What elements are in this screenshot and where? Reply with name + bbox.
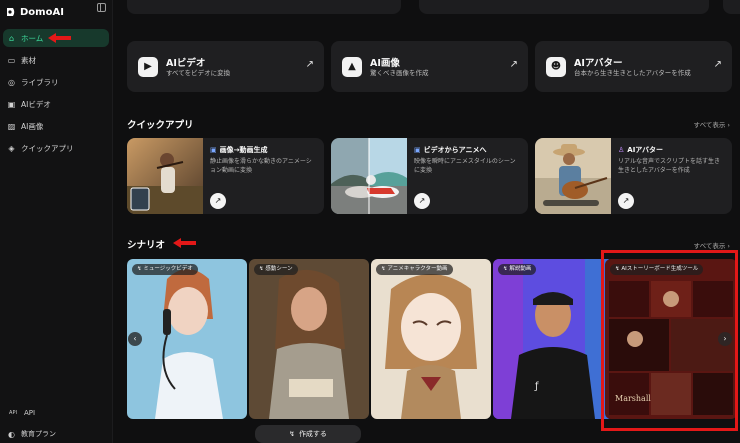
- sidebar-nav: ⌂ ホーム ▭ 素材 ◎ ライブラリ ▣ AIビデオ ▨ AI画像 ◈ クイック…: [3, 29, 109, 161]
- avatar-icon: ☻: [546, 57, 566, 77]
- quick-app-desc: 映像を瞬時にアニメスタイルのシーンに変換: [414, 158, 516, 174]
- sidebar-item-ai-image[interactable]: ▨ AI画像: [3, 117, 109, 135]
- quick-app-card-image-to-video[interactable]: ▣ 画像→動画生成 静止画像を滑らかな動きのアニメーション動画に変換 ↗: [127, 138, 324, 214]
- violinist-thumbnail: [127, 138, 203, 214]
- feature-title: AIビデオ: [166, 58, 206, 69]
- home-icon: ⌂: [8, 33, 15, 43]
- motorcycle-thumbnail: [331, 138, 407, 214]
- sidebar-item-library[interactable]: ◎ ライブラリ: [3, 73, 109, 91]
- guitarist-thumbnail: [535, 138, 611, 214]
- scenario-tag: ↯ 感動シーン: [254, 264, 298, 275]
- scenario-card-explainer[interactable]: ƒ ↯ 解説動画: [493, 259, 613, 419]
- sidebar-item-label: 教育プラン: [21, 430, 56, 438]
- explainer-thumbnail: ƒ: [493, 259, 613, 419]
- domoai-logo-icon: [6, 7, 16, 17]
- video-icon: ▣: [7, 99, 16, 109]
- quick-apps-heading: クイックアプリ: [127, 120, 194, 131]
- feature-desc: 台本から生き生きとしたアバターを作成: [574, 69, 691, 77]
- quick-app-title: ▣ 画像→動画生成: [210, 146, 268, 154]
- brand[interactable]: DomoAI: [6, 4, 106, 20]
- sparkle-icon: ↯: [289, 430, 295, 438]
- open-arrow-button[interactable]: ↗: [414, 193, 430, 209]
- sidebar-collapse-icon[interactable]: [97, 3, 106, 12]
- feature-title: AIアバター: [574, 58, 623, 69]
- anime-character-thumbnail: [371, 259, 491, 419]
- image-icon: ▨: [7, 121, 16, 131]
- feature-desc: 驚くべき画像を作成: [370, 69, 429, 77]
- sidebar-bottom: API API ◐ 教育プラン: [3, 405, 109, 443]
- quick-app-desc: リアルな音声でスクリプトを話す生き生きとしたアバターを作成: [618, 158, 720, 174]
- sidebar-item-label: ライブラリ: [21, 77, 59, 87]
- feature-card-ai-image[interactable]: ▲ AI画像 驚くべき画像を作成 ↗: [331, 41, 528, 92]
- sidebar-item-materials[interactable]: ▭ 素材: [3, 51, 109, 69]
- top-card[interactable]: [723, 0, 740, 14]
- quick-app-card-video-to-anime[interactable]: ▣ ビデオからアニメへ 映像を瞬時にアニメスタイルのシーンに変換 ↗: [331, 138, 528, 214]
- red-arrow-annotation: [48, 33, 71, 43]
- sidebar-item-education[interactable]: ◐ 教育プラン: [3, 426, 109, 442]
- top-card[interactable]: [419, 0, 709, 14]
- scenario-tag: ↯ アニメキャラクター動画: [376, 264, 453, 275]
- feature-card-ai-avatar[interactable]: ☻ AIアバター 台本から生き生きとしたアバターを作成 ↗: [535, 41, 732, 92]
- scenarios-see-all-link[interactable]: すべて表示 ›: [694, 240, 730, 250]
- feature-title: AI画像: [370, 58, 400, 69]
- sidebar-item-label: AI画像: [21, 121, 44, 131]
- scenario-tag: ↯ 解説動画: [498, 264, 537, 275]
- quick-app-title: ▣ ビデオからアニメへ: [414, 146, 487, 154]
- emotional-scene-thumbnail: [249, 259, 369, 419]
- avatar-icon: ♙: [618, 146, 625, 154]
- scenario-card-music-video[interactable]: ↯ ミュージックビデオ: [127, 259, 247, 419]
- sidebar-item-label: AIビデオ: [21, 99, 51, 109]
- app-icon: ▣: [414, 146, 421, 154]
- education-icon: ◐: [8, 429, 15, 439]
- sidebar-item-api[interactable]: API API: [3, 405, 109, 421]
- folder-icon: ▭: [7, 55, 16, 65]
- sidebar-item-label: クイックアプリ: [21, 143, 74, 153]
- arrow-up-right-icon: ↗: [305, 59, 314, 70]
- sidebar-item-ai-video[interactable]: ▣ AIビデオ: [3, 95, 109, 113]
- sidebar: DomoAI ⌂ ホーム ▭ 素材 ◎ ライブラリ ▣ AIビデオ ▨ AI画像…: [0, 0, 113, 443]
- quick-app-card-ai-avatar[interactable]: ♙ AIアバター リアルな音声でスクリプトを話す生き生きとしたアバターを作成 ↗: [535, 138, 732, 214]
- open-arrow-button[interactable]: ↗: [210, 193, 226, 209]
- video-camera-icon: ▶: [138, 57, 158, 77]
- top-card[interactable]: [127, 0, 401, 14]
- picture-icon: ▲: [342, 57, 362, 77]
- apps-icon: ◈: [8, 143, 15, 153]
- sidebar-item-label: API: [24, 409, 36, 417]
- arrow-up-right-icon: ↗: [713, 59, 722, 70]
- open-arrow-button[interactable]: ↗: [618, 193, 634, 209]
- brand-name: DomoAI: [20, 6, 64, 18]
- scenario-card-emotional-scene[interactable]: ↯ 感動シーン: [249, 259, 369, 419]
- arrow-up-right-icon: ↗: [509, 59, 518, 70]
- highlight-annotation-box: [601, 250, 738, 431]
- quick-apps-see-all-link[interactable]: すべて表示 ›: [694, 119, 730, 129]
- app-icon: ▣: [210, 146, 217, 154]
- carousel-prev-button[interactable]: ‹: [128, 332, 142, 346]
- create-button-label: 作成する: [298, 430, 327, 438]
- quick-app-title: ♙ AIアバター: [618, 146, 664, 154]
- create-button[interactable]: ↯ 作成する: [255, 425, 361, 443]
- feature-desc: すべてをビデオに変換: [166, 69, 231, 77]
- api-icon: API: [9, 409, 17, 416]
- scenario-tag: ↯ ミュージックビデオ: [132, 264, 198, 275]
- music-video-thumbnail: [127, 259, 247, 419]
- svg-text:ƒ: ƒ: [534, 381, 539, 392]
- sidebar-item-label: ホーム: [21, 33, 44, 43]
- quick-app-desc: 静止画像を滑らかな動きのアニメーション動画に変換: [210, 158, 312, 174]
- top-card-strip: [127, 0, 740, 14]
- sidebar-item-label: 素材: [21, 55, 36, 65]
- sidebar-item-quick-apps[interactable]: ◈ クイックアプリ: [3, 139, 109, 157]
- scenario-card-anime-character[interactable]: ↯ アニメキャラクター動画: [371, 259, 491, 419]
- red-arrow-annotation: [173, 238, 196, 248]
- feature-card-ai-video[interactable]: ▶ AIビデオ すべてをビデオに変換 ↗: [127, 41, 324, 92]
- library-icon: ◎: [8, 77, 15, 87]
- scenarios-heading: シナリオ: [127, 240, 166, 251]
